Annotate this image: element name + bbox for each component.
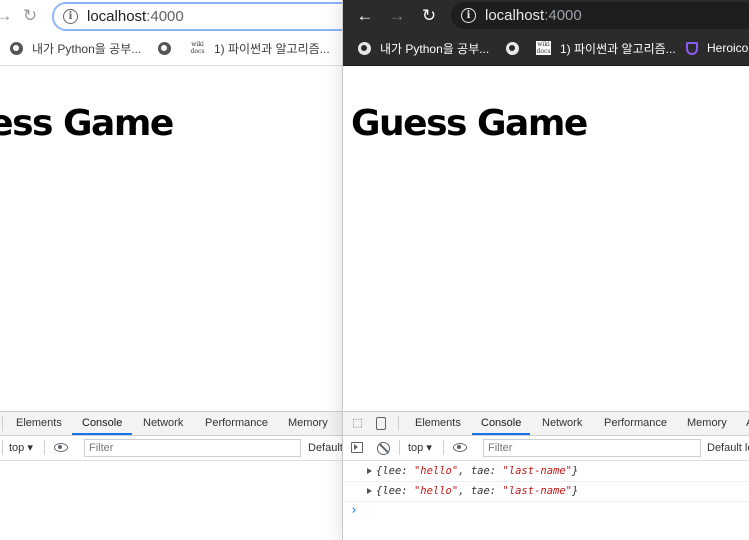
bookmark-python[interactable]: 내가 Python을 공부... [358, 39, 489, 57]
forward-button[interactable]: → [387, 6, 407, 26]
tab-console[interactable]: Console [72, 412, 133, 435]
log-text: {lee: [376, 485, 414, 497]
bookmarks-bar: 내가 Python을 공부... wiki docs 1) 파이썬과 알고리즘..… [343, 31, 749, 66]
devtools-tab-bar: ⬚ Elements Console Network Performance M… [343, 412, 749, 436]
bookmark-label: 내가 Python을 공부... [380, 41, 490, 56]
tab-performance[interactable]: Performance [604, 412, 667, 435]
log-text: {lee: [376, 465, 414, 477]
filter-input[interactable]: Filter [483, 439, 701, 457]
globe-icon [158, 41, 171, 55]
log-levels-selector[interactable]: Default [308, 436, 342, 460]
tab-memory[interactable]: Memory [288, 412, 328, 435]
page-title: Guess Game [351, 103, 588, 144]
sidebar-toggle-icon[interactable] [351, 442, 363, 453]
page-title: Guess Game [0, 103, 174, 144]
bookmark-algorithm[interactable]: wiki docs 1) 파이썬과 알고리즘... [536, 39, 676, 57]
bookmark-globe[interactable] [158, 39, 180, 57]
tab-network[interactable]: Network [542, 412, 582, 435]
info-icon[interactable]: i [461, 8, 476, 23]
context-selector[interactable]: top ▾ [9, 436, 33, 460]
console-log-entry[interactable]: {lee: "hello", tae: "last-name"} [343, 481, 749, 502]
wikidocs-icon: wiki docs [190, 41, 205, 55]
divider [44, 440, 45, 455]
expand-caret-icon[interactable] [367, 468, 372, 474]
log-string: "hello" [413, 485, 459, 497]
globe-icon [506, 41, 519, 55]
bookmark-label: 1) 파이썬과 알고리즘... [214, 41, 330, 56]
expand-caret-icon[interactable] [367, 488, 372, 494]
divider [443, 440, 444, 455]
tab-elements[interactable]: Elements [415, 412, 461, 435]
address-bar[interactable]: i localhost:4000 [451, 2, 749, 29]
eye-icon[interactable] [54, 443, 68, 452]
url-host: localhost [485, 7, 545, 24]
right-toolbar: ← → ↻ i localhost:4000 [343, 0, 749, 31]
reload-button[interactable]: ↻ [20, 6, 40, 26]
log-string: "hello" [413, 465, 459, 477]
log-text: , tae: [458, 465, 503, 477]
context-selector[interactable]: top ▾ [408, 436, 432, 460]
tab-memory[interactable]: Memory [687, 412, 727, 435]
divider [398, 416, 399, 431]
url-port: :4000 [146, 8, 184, 25]
url-port: :4000 [544, 7, 582, 24]
bookmarks-bar: 내가 Python을 공부... wiki docs 1) 파이썬과 알고리즘..… [0, 31, 342, 66]
divider [2, 416, 3, 431]
bookmark-globe[interactable] [506, 39, 528, 57]
shield-icon [686, 41, 698, 55]
console-prompt[interactable]: › [350, 503, 358, 518]
log-string: "last-name" [502, 485, 573, 497]
tab-elements[interactable]: Elements [16, 412, 62, 435]
console-filter-bar: top ▾ Filter Default [0, 436, 342, 461]
bookmark-python[interactable]: 내가 Python을 공부... [10, 39, 141, 57]
address-bar[interactable]: i localhost:4000 [52, 2, 342, 31]
bookmark-label: 1) 파이썬과 알고리즘... [560, 41, 676, 56]
log-text: } [572, 465, 579, 477]
wikidocs-icon: wiki docs [536, 41, 551, 55]
divider [2, 440, 3, 455]
bookmark-label: Heroico [707, 41, 749, 55]
bookmark-algorithm[interactable]: wiki docs 1) 파이썬과 알고리즘... [190, 39, 330, 57]
reload-button[interactable]: ↻ [419, 6, 439, 26]
info-icon[interactable]: i [63, 9, 78, 24]
forward-button[interactable]: → [0, 6, 14, 26]
right-browser-window: ← → ↻ i localhost:4000 내가 Python을 공부... … [342, 0, 749, 540]
bookmark-heroicons[interactable]: Heroico [686, 39, 748, 57]
devtools-panel: ⬚ Elements Console Network Performance M… [343, 411, 749, 540]
url-host: localhost [87, 8, 147, 25]
log-text: , tae: [458, 485, 503, 497]
device-toolbar-icon[interactable] [376, 417, 386, 430]
eye-icon[interactable] [453, 443, 467, 452]
left-toolbar: → ↻ i localhost:4000 [0, 0, 342, 31]
log-text: } [572, 485, 579, 497]
tab-network[interactable]: Network [143, 412, 183, 435]
bookmark-label: 내가 Python을 공부... [32, 41, 142, 56]
back-button[interactable]: ← [355, 6, 375, 26]
devtools-panel: Elements Console Network Performance Mem… [0, 411, 342, 540]
filter-input[interactable]: Filter [84, 439, 301, 457]
left-browser-window: → ↻ i localhost:4000 내가 Python을 공부... wi… [0, 0, 342, 540]
tab-performance[interactable]: Performance [205, 412, 268, 435]
console-filter-bar: top ▾ Filter Default le [343, 436, 749, 461]
console-log-entry[interactable]: {lee: "hello", tae: "last-name"} [343, 461, 749, 482]
log-levels-selector[interactable]: Default le [707, 436, 749, 460]
clear-console-icon[interactable] [377, 442, 390, 455]
inspect-element-icon[interactable]: ⬚ [351, 417, 364, 430]
tab-console[interactable]: Console [472, 412, 531, 435]
globe-icon [358, 41, 371, 55]
divider [399, 440, 400, 455]
devtools-tab-bar: Elements Console Network Performance Mem… [0, 412, 342, 436]
log-string: "last-name" [502, 465, 573, 477]
globe-icon [10, 41, 23, 55]
